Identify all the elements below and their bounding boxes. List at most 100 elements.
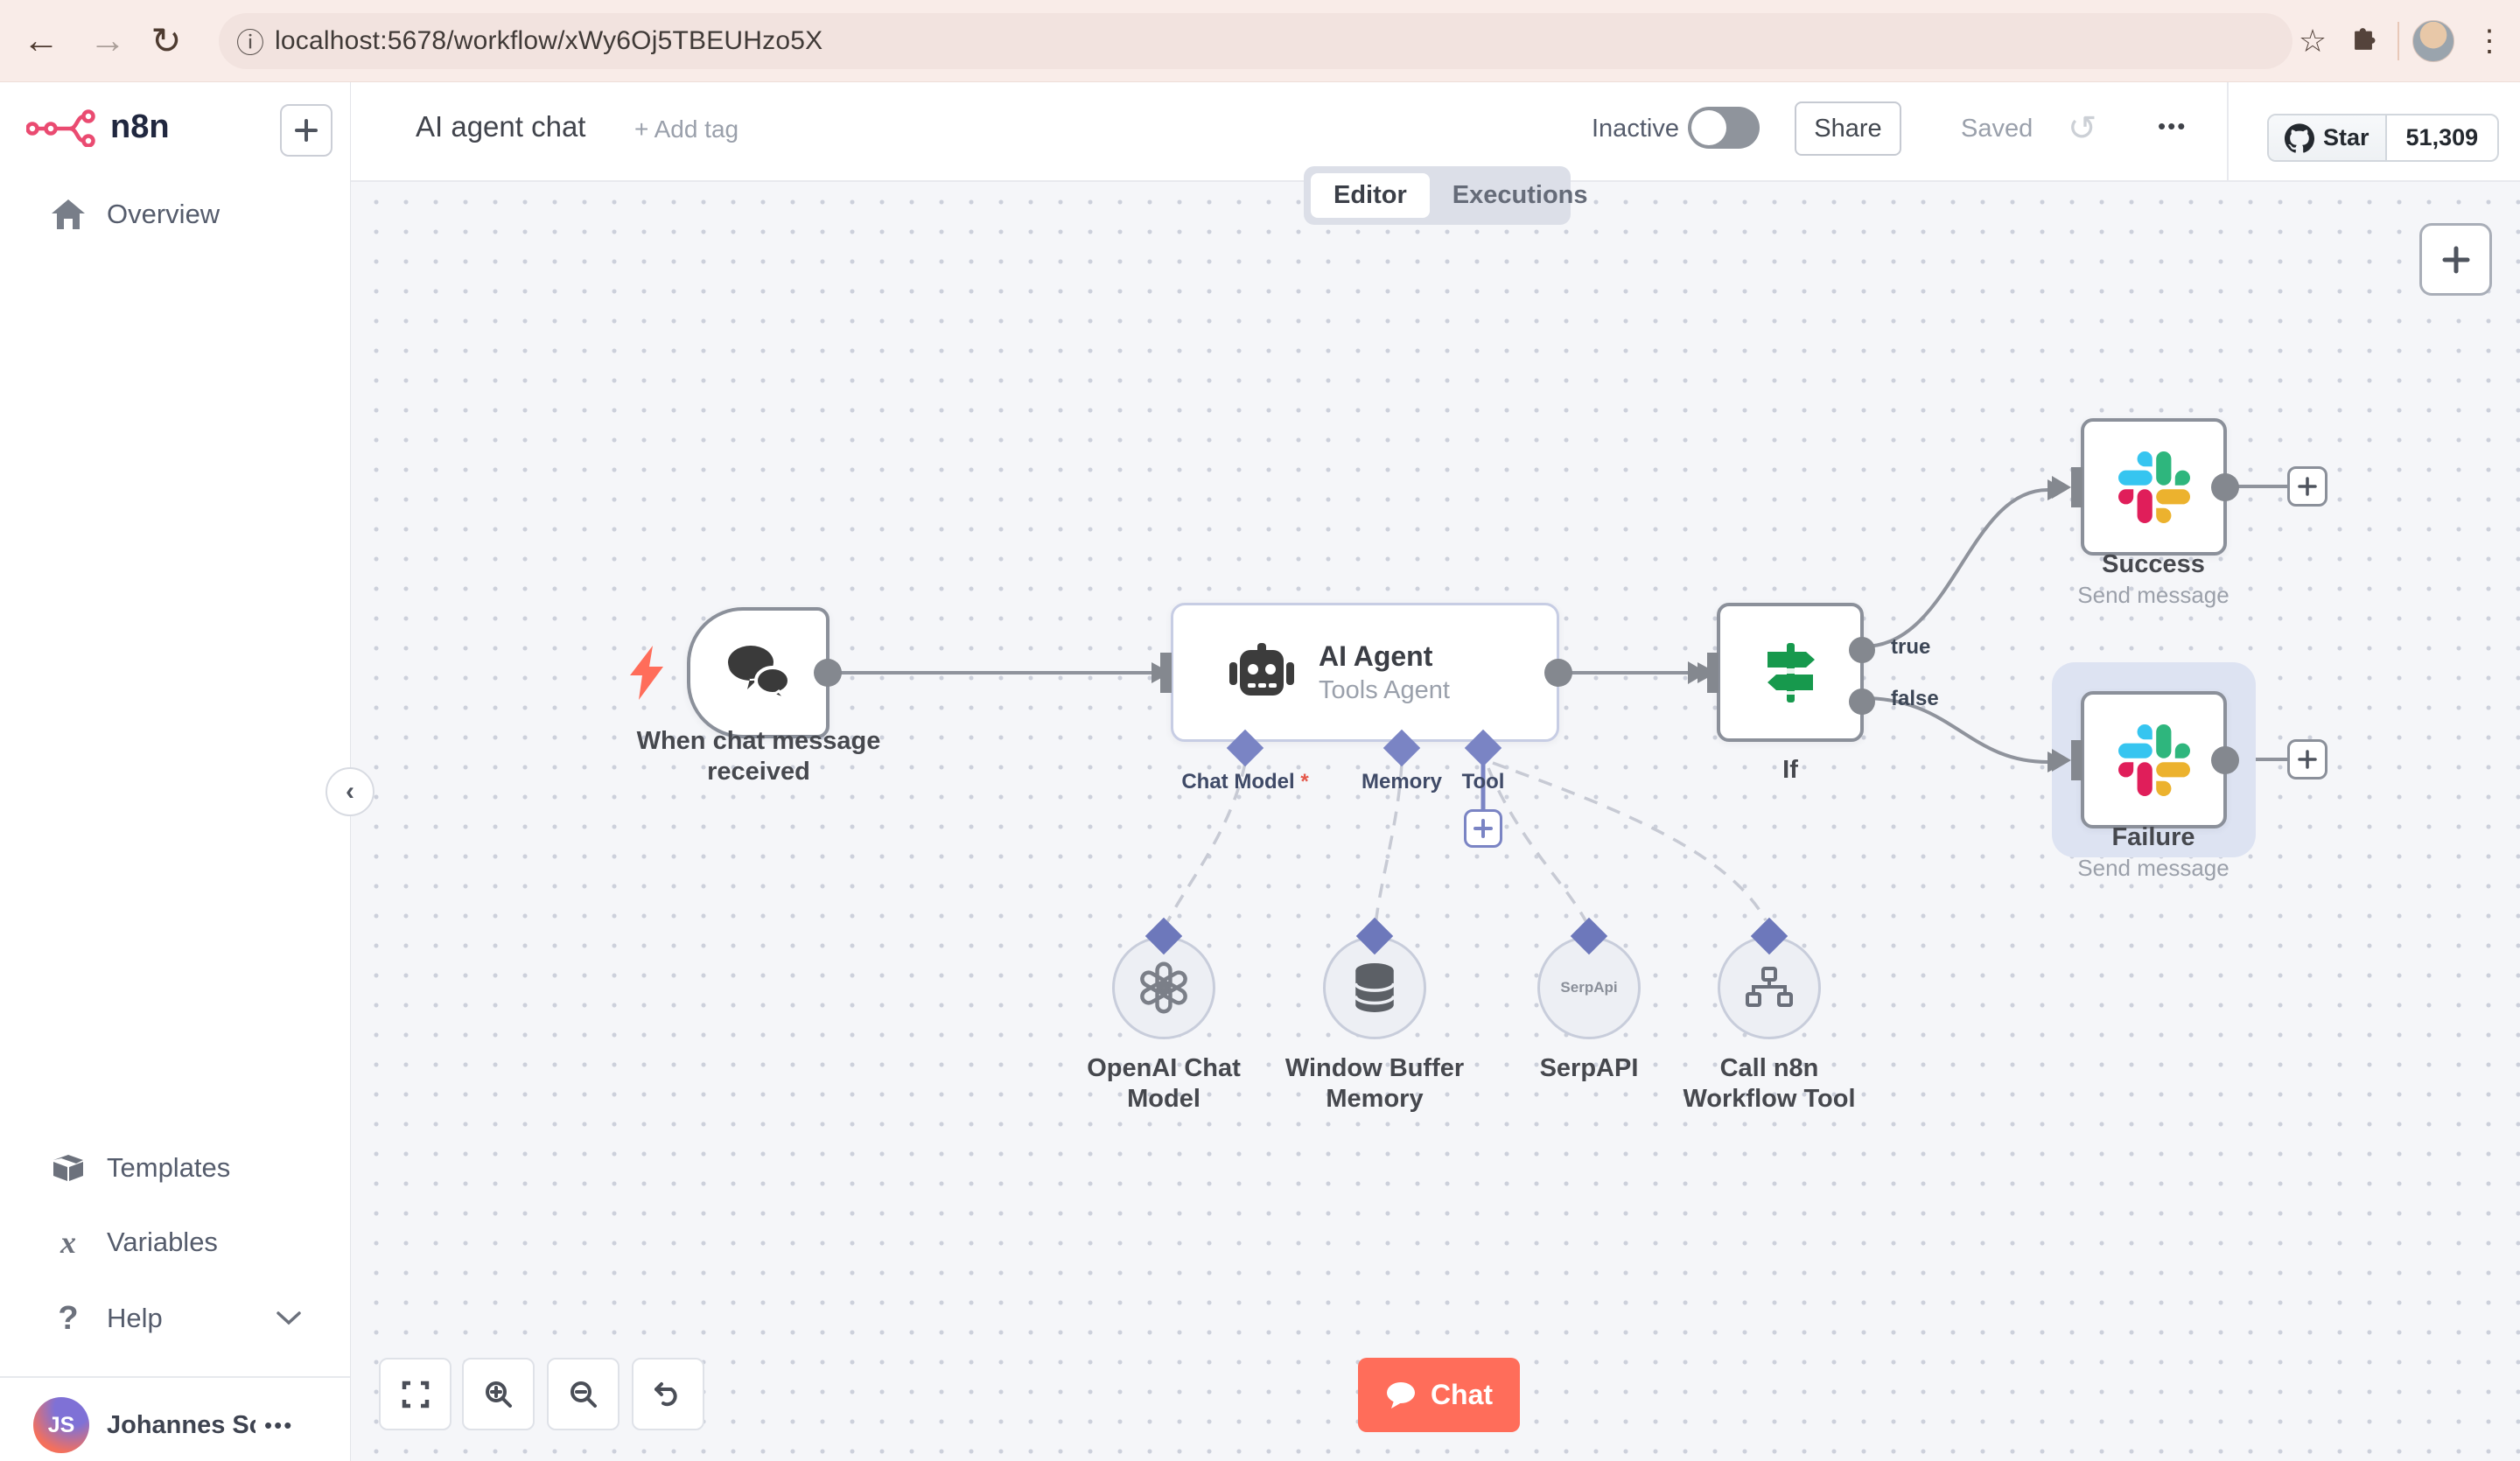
chat-button-label: Chat	[1430, 1379, 1494, 1410]
active-status-label: Inactive	[1592, 115, 1679, 143]
sidebar-item-label: Overview	[107, 199, 220, 229]
slack-icon	[2118, 451, 2190, 523]
n8n-logo[interactable]: n8n	[26, 107, 170, 147]
activate-toggle[interactable]	[1688, 107, 1760, 149]
sidebar-item-templates[interactable]: Templates	[0, 1137, 351, 1199]
workflow-canvas[interactable]: When chat message received AI Agent Tools…	[351, 182, 2520, 1461]
browser-profile-avatar[interactable]	[2408, 16, 2459, 66]
success-output-port[interactable]	[2211, 472, 2239, 501]
user-avatar[interactable]: JS	[33, 1397, 89, 1453]
home-icon	[49, 199, 88, 229]
port-label-chat-model: Chat Model *	[1181, 770, 1309, 793]
sidebar-collapse-button[interactable]: ‹	[326, 767, 374, 816]
plus-icon	[1474, 819, 1493, 838]
add-node-button[interactable]	[2419, 223, 2492, 296]
if-output-false-port[interactable]	[1849, 689, 1875, 715]
github-star-widget[interactable]: Star 51,309	[2267, 114, 2500, 162]
github-star-count[interactable]: 51,309	[2387, 115, 2498, 160]
extensions-icon[interactable]	[2338, 16, 2389, 66]
reset-zoom-button[interactable]	[632, 1358, 704, 1430]
chat-bubble-icon	[1386, 1381, 1415, 1409]
browser-reload-icon[interactable]: ↻	[138, 12, 194, 68]
plus-icon	[295, 119, 318, 142]
port-label-tool: Tool	[1461, 770, 1505, 793]
user-menu-dots-icon[interactable]: •••	[264, 1412, 293, 1439]
github-icon	[2285, 122, 2314, 153]
node-success[interactable]	[2052, 418, 2239, 556]
chevron-down-icon	[276, 1311, 301, 1325]
add-tool-button[interactable]	[1464, 809, 1502, 848]
address-bar[interactable]: ⓘ localhost:5678/workflow/xWy6Oj5TBEUHzo…	[219, 13, 2292, 69]
success-input-port[interactable]	[2071, 466, 2082, 507]
sidebar-item-label: Templates	[107, 1152, 231, 1183]
version-history-icon[interactable]: ↻	[2068, 108, 2097, 149]
templates-box-icon	[49, 1153, 88, 1183]
browser-menu-icon[interactable]: ⋮	[2459, 24, 2520, 59]
tab-editor[interactable]: Editor	[1311, 173, 1430, 218]
sidebar-divider	[0, 1376, 350, 1378]
tab-executions[interactable]: Executions	[1430, 181, 1611, 210]
zoom-out-button[interactable]	[547, 1358, 620, 1430]
node-label-success: Success Send message	[2077, 550, 2230, 608]
new-workflow-button[interactable]	[280, 104, 332, 157]
user-menu[interactable]: JS Johannes Schn... •••	[0, 1390, 351, 1460]
n8n-logo-icon	[26, 109, 95, 147]
n8n-workflow-editor-page: ← → ↻ ⓘ localhost:5678/workflow/xWy6Oj5T…	[0, 0, 2520, 1461]
if-false-label: false	[1891, 687, 1939, 710]
agent-output-port[interactable]	[1544, 658, 1572, 687]
sidebar-item-label: Variables	[107, 1227, 218, 1257]
share-button[interactable]: Share	[1795, 101, 1901, 156]
sidebar-item-overview[interactable]: Overview	[0, 184, 351, 245]
node-if[interactable]	[1688, 603, 1875, 742]
node-label-call-n8n: Call n8n Workflow Tool	[1683, 1054, 1856, 1113]
github-star-button[interactable]: Star	[2269, 115, 2387, 160]
sitemap-icon	[1746, 967, 1793, 1007]
site-info-icon[interactable]: ⓘ	[231, 22, 270, 60]
failure-input-port[interactable]	[2071, 739, 2082, 780]
toggle-knob	[1691, 110, 1726, 145]
agent-input-port[interactable]	[1160, 652, 1172, 693]
node-ai-agent[interactable]: AI Agent Tools Agent	[1160, 603, 1572, 742]
node-chat-trigger[interactable]	[687, 607, 842, 738]
help-question-icon: ?	[58, 1299, 79, 1337]
workflow-menu-icon[interactable]: •••	[2158, 113, 2187, 140]
if-output-true-port[interactable]	[1849, 637, 1875, 663]
add-tag-button[interactable]: + Add tag	[634, 115, 738, 143]
openai-icon	[1140, 961, 1187, 1014]
if-input-port[interactable]	[1707, 652, 1718, 693]
port-label-memory: Memory	[1361, 770, 1443, 793]
sidebar-item-label: Help	[107, 1303, 163, 1333]
sidebar-item-help[interactable]: ? Help	[0, 1288, 351, 1349]
trigger-bolt-icon	[630, 646, 670, 704]
undo-reset-icon	[654, 1381, 677, 1406]
database-icon	[1354, 963, 1396, 1012]
add-node-after-failure-button[interactable]	[2287, 739, 2328, 779]
edge-tool-calln8n	[1492, 761, 1768, 921]
browser-forward-icon[interactable]: →	[80, 12, 136, 68]
url-text[interactable]: localhost:5678/workflow/xWy6Oj5TBEUHzo5X	[275, 26, 822, 56]
open-chat-button[interactable]: Chat	[1358, 1358, 1520, 1432]
browser-back-icon[interactable]: ←	[13, 12, 69, 68]
slack-icon	[2118, 724, 2190, 796]
node-failure[interactable]	[2052, 691, 2239, 828]
header-divider	[2227, 82, 2229, 180]
failure-input-arrow	[2052, 748, 2071, 772]
bookmark-star-icon[interactable]: ☆	[2287, 16, 2338, 66]
variables-x-icon: x	[60, 1225, 76, 1260]
if-input-arrow	[1688, 661, 1707, 684]
trigger-output-port[interactable]	[814, 659, 842, 687]
sidebar-item-variables[interactable]: x Variables	[0, 1212, 351, 1273]
failure-output-port[interactable]	[2211, 745, 2239, 774]
zoom-in-button[interactable]	[462, 1358, 535, 1430]
signpost-icon	[1768, 642, 1815, 703]
browser-toolbar: ← → ↻ ⓘ localhost:5678/workflow/xWy6Oj5T…	[0, 0, 2520, 82]
workflow-title[interactable]: AI agent chat	[416, 110, 585, 143]
zoom-to-fit-button[interactable]	[379, 1358, 452, 1430]
if-true-label: true	[1891, 635, 1931, 659]
plus-icon	[2298, 750, 2317, 769]
add-node-after-success-button[interactable]	[2287, 466, 2328, 507]
fit-view-icon	[402, 1381, 429, 1408]
plus-icon	[2298, 477, 2317, 496]
puzzle-icon	[2355, 28, 2376, 50]
node-label-if: If	[1782, 756, 1798, 784]
